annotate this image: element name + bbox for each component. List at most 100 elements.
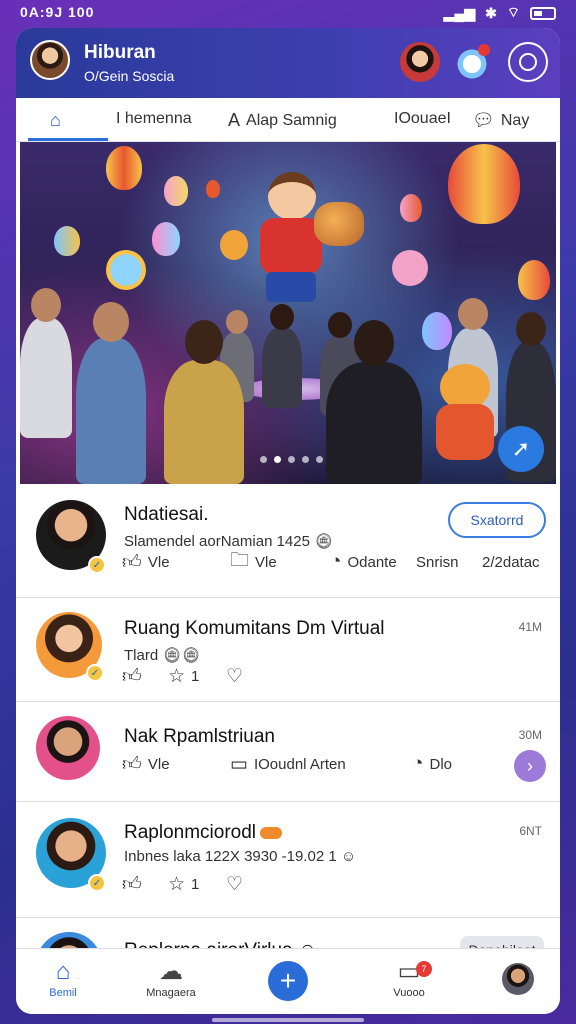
- star-icon: ☆: [168, 873, 186, 895]
- friend-avatar-icon[interactable]: [400, 42, 440, 82]
- tab-bar: ⌂ I hemenna A Alap Samnig IOouaeI 💬︎ Nay: [16, 98, 560, 142]
- thumbs-up-icon: 👍︎: [122, 753, 142, 775]
- nav-profile-avatar[interactable]: [502, 963, 534, 995]
- bookmark-icon: 🗀: [230, 550, 250, 571]
- tab-hemenna[interactable]: I hemenna: [116, 110, 192, 128]
- crowd-person: [20, 318, 72, 438]
- emoji-icon: ☺: [340, 848, 357, 865]
- heart-icon: ♡: [226, 665, 244, 687]
- balloon-icon: [164, 176, 188, 206]
- battery-icon: [530, 6, 556, 20]
- tab-iooueai[interactable]: IOouaeI: [394, 110, 451, 128]
- feed-card[interactable]: Nak Rpamlstriuan 30M › 👍︎ Vle ▭ IOoudnl Ar…: [16, 702, 560, 802]
- add-post-button[interactable]: +: [268, 961, 308, 1001]
- carousel-dot-active[interactable]: [274, 456, 281, 463]
- like-button[interactable]: 👍︎: [122, 665, 142, 688]
- crowd-person: [326, 362, 422, 484]
- carousel-dots[interactable]: [260, 456, 323, 463]
- share-fab-button[interactable]: ➚: [498, 426, 544, 472]
- video-icon: ▭: [397, 958, 421, 985]
- notification-badge: 7: [416, 961, 432, 977]
- crowd-person: [76, 338, 146, 484]
- share-icon: ◔: [412, 753, 424, 774]
- feed-card[interactable]: ✓ Ndatiesai. Slamendel aorNamian 1425 🪙︎…: [16, 486, 560, 598]
- coin-icon: 🪙︎: [314, 533, 334, 550]
- home-indicator[interactable]: [212, 1018, 364, 1022]
- group-icon: ☁: [159, 958, 183, 985]
- next-arrow-button[interactable]: ›: [514, 750, 546, 782]
- stats-action[interactable]: 2/2datac: [482, 554, 540, 571]
- nav-video[interactable]: ▭ 7 Vuooo: [374, 957, 444, 999]
- comment-button[interactable]: ▭ IOoudnl Arten: [230, 753, 346, 776]
- post-author[interactable]: Ruang Komumitans Dm Virtual: [124, 618, 384, 640]
- app-subtitle: O/Gein Soscia: [84, 68, 175, 84]
- balloon-icon: [518, 260, 550, 300]
- carousel-dot[interactable]: [316, 456, 323, 463]
- thumbs-up-icon: 👍︎: [122, 873, 142, 895]
- app-title: Hiburan: [84, 42, 156, 63]
- treasure-pot: [314, 202, 364, 246]
- save-button[interactable]: 🗀 Vle: [230, 546, 277, 578]
- balloon-icon: [400, 194, 422, 222]
- tab-home[interactable]: ⌂: [50, 110, 61, 131]
- heart-icon: ♡: [226, 873, 244, 895]
- app-window: Hiburan O/Gein Soscia ⌂ I hemenna A Alap …: [16, 28, 560, 1014]
- status-bar: 0A:9J 100 ▂▄▆ ✱ ⌔: [0, 0, 576, 26]
- post-avatar[interactable]: [36, 716, 100, 780]
- comment-icon: ▭: [230, 753, 248, 775]
- post-time: 41M: [518, 620, 542, 634]
- heart-button[interactable]: ♡: [226, 873, 243, 896]
- nav-groups[interactable]: ☁ Mnagaera: [136, 957, 206, 999]
- comment-icon: ◔: [330, 551, 342, 572]
- balloon-icon: [106, 146, 142, 190]
- post-author[interactable]: Ndatiesai.: [124, 504, 209, 526]
- balloon-icon: [448, 144, 520, 224]
- hero-carousel[interactable]: ➚: [20, 142, 556, 484]
- balloon-icon: [54, 226, 80, 256]
- comment-button[interactable]: ◔ Odante: [330, 551, 397, 573]
- heart-button[interactable]: ♡: [226, 665, 243, 688]
- feed-card[interactable]: ✓ Ruang Komumitans Dm Virtual Tlard 🪙︎🪙︎…: [16, 598, 560, 702]
- feed-card[interactable]: ✓ Raplonmciorodl Inbnes laka 122X 3930 -…: [16, 802, 560, 918]
- mascot-notification-icon[interactable]: [452, 42, 492, 82]
- tab-alap-samnig[interactable]: A Alap Samnig: [228, 110, 337, 131]
- follow-button[interactable]: Sxatorrd: [448, 502, 546, 538]
- thumbs-up-icon: 👍︎: [122, 665, 142, 687]
- a-icon: A: [228, 110, 241, 130]
- carousel-dot[interactable]: [260, 456, 267, 463]
- star-button[interactable]: ☆ 1: [168, 873, 199, 896]
- crowd-person: [164, 360, 244, 484]
- crowd-person: [262, 328, 302, 408]
- coin-icon: 🪙︎🪙︎: [162, 647, 201, 664]
- star-button[interactable]: ☆ 1: [168, 665, 199, 688]
- like-button[interactable]: 👍︎ Vle: [122, 551, 170, 574]
- live-badge: [260, 826, 283, 839]
- chevron-right-icon: ›: [527, 755, 533, 776]
- balloon-icon: [206, 180, 220, 198]
- share-icon: ➚: [511, 436, 531, 461]
- nav-home[interactable]: ⌂ Bemil: [28, 957, 98, 999]
- like-button[interactable]: 👍︎: [122, 873, 142, 896]
- post-meta: Slamendel aorNamian 1425 🪙︎: [124, 533, 334, 550]
- status-icons: ▂▄▆ ✱ ⌔: [444, 4, 556, 22]
- carousel-dot[interactable]: [288, 456, 295, 463]
- verified-badge-icon: ✓: [88, 874, 106, 892]
- tab-nay[interactable]: 💬︎ Nay: [472, 110, 529, 131]
- share-action[interactable]: ◔ Dlo: [412, 753, 452, 775]
- bluetooth-icon: ✱: [485, 4, 497, 21]
- carousel-dot[interactable]: [302, 456, 309, 463]
- post-author[interactable]: Nak Rpamlstriuan: [124, 726, 275, 748]
- bear-mascot: [430, 364, 500, 460]
- like-button[interactable]: 👍︎ Vle: [122, 753, 170, 776]
- post-author[interactable]: Raplonmciorodl: [124, 822, 283, 844]
- share-action[interactable]: Snrisn: [416, 554, 459, 571]
- signal-icon: ▂▄▆: [443, 4, 476, 21]
- post-time: 6NT: [519, 824, 542, 838]
- bottom-nav: ⌂ Bemil ☁ Mnagaera + ▭ 7 Vuooo: [16, 948, 560, 1014]
- post-meta: Inbnes laka 122X 3930 -19.02 1 ☺: [124, 848, 357, 865]
- profile-icon[interactable]: [508, 42, 548, 82]
- user-avatar[interactable]: [30, 40, 70, 80]
- verified-badge-icon: ✓: [88, 556, 106, 574]
- cartoon-creature: [392, 250, 428, 286]
- wifi-icon: ⌔: [506, 4, 520, 20]
